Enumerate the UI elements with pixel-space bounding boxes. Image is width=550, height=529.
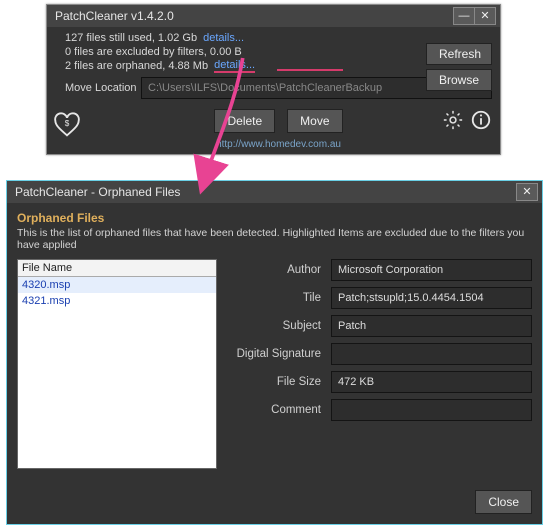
svg-text:$: $ xyxy=(65,119,70,128)
orphaned-file-list[interactable]: File Name 4320.msp 4321.msp xyxy=(17,259,217,469)
prop-value-author: Microsoft Corporation xyxy=(331,259,532,281)
list-item[interactable]: 4320.msp xyxy=(18,277,216,293)
section-heading: Orphaned Files xyxy=(7,203,542,227)
close-button[interactable]: ✕ xyxy=(474,7,496,25)
main-titlebar[interactable]: PatchCleaner v1.4.2.0 — ✕ xyxy=(47,5,500,27)
info-icon[interactable] xyxy=(470,109,492,134)
main-window-title: PatchCleaner v1.4.2.0 xyxy=(55,9,174,23)
prop-label-author: Author xyxy=(231,264,331,276)
stats-excluded: 0 files are excluded by filters, 0.00 B xyxy=(65,46,242,58)
prop-label-digital-signature: Digital Signature xyxy=(231,348,331,360)
orphaned-close-button[interactable]: ✕ xyxy=(516,183,538,201)
section-description: This is the list of orphaned files that … xyxy=(7,227,542,259)
donate-heart-icon[interactable]: $ xyxy=(53,112,81,140)
homepage-link[interactable]: http://www.homedev.com.au xyxy=(65,139,492,152)
prop-value-subject: Patch xyxy=(331,315,532,337)
prop-label-tile: Tile xyxy=(231,292,331,304)
file-properties-panel: Author Microsoft Corporation Tile Patch;… xyxy=(231,259,532,469)
details-link-used[interactable]: details... xyxy=(203,32,244,44)
orphaned-titlebar[interactable]: PatchCleaner - Orphaned Files ✕ xyxy=(7,181,542,203)
refresh-button[interactable]: Refresh xyxy=(426,43,492,65)
stats-orphaned: 2 files are orphaned, 4.88 Mb xyxy=(65,60,208,72)
orphaned-window-title: PatchCleaner - Orphaned Files xyxy=(15,185,180,199)
stats-used: 127 files still used, 1.02 Gb xyxy=(65,32,197,44)
prop-value-tile: Patch;stsupld;15.0.4454.1504 xyxy=(331,287,532,309)
delete-button[interactable]: Delete xyxy=(214,109,275,133)
prop-label-file-size: File Size xyxy=(231,376,331,388)
prop-label-comment: Comment xyxy=(231,404,331,416)
settings-gear-icon[interactable] xyxy=(442,109,464,134)
prop-value-comment xyxy=(331,399,532,421)
patchcleaner-main-window: PatchCleaner v1.4.2.0 — ✕ 127 files stil… xyxy=(46,4,501,155)
prop-label-subject: Subject xyxy=(231,320,331,332)
file-list-header[interactable]: File Name xyxy=(18,260,216,277)
move-button[interactable]: Move xyxy=(287,109,342,133)
minimize-button[interactable]: — xyxy=(453,7,475,25)
orphaned-files-window: PatchCleaner - Orphaned Files ✕ Orphaned… xyxy=(6,180,543,525)
prop-value-file-size: 472 KB xyxy=(331,371,532,393)
dialog-close-button[interactable]: Close xyxy=(475,490,532,514)
browse-button[interactable]: Browse xyxy=(426,69,492,91)
details-link-orphaned[interactable]: details... xyxy=(214,59,255,73)
list-item[interactable]: 4321.msp xyxy=(18,293,216,309)
move-location-label: Move Location xyxy=(65,82,141,94)
annotation-underline xyxy=(277,69,343,71)
prop-value-digital-signature xyxy=(331,343,532,365)
